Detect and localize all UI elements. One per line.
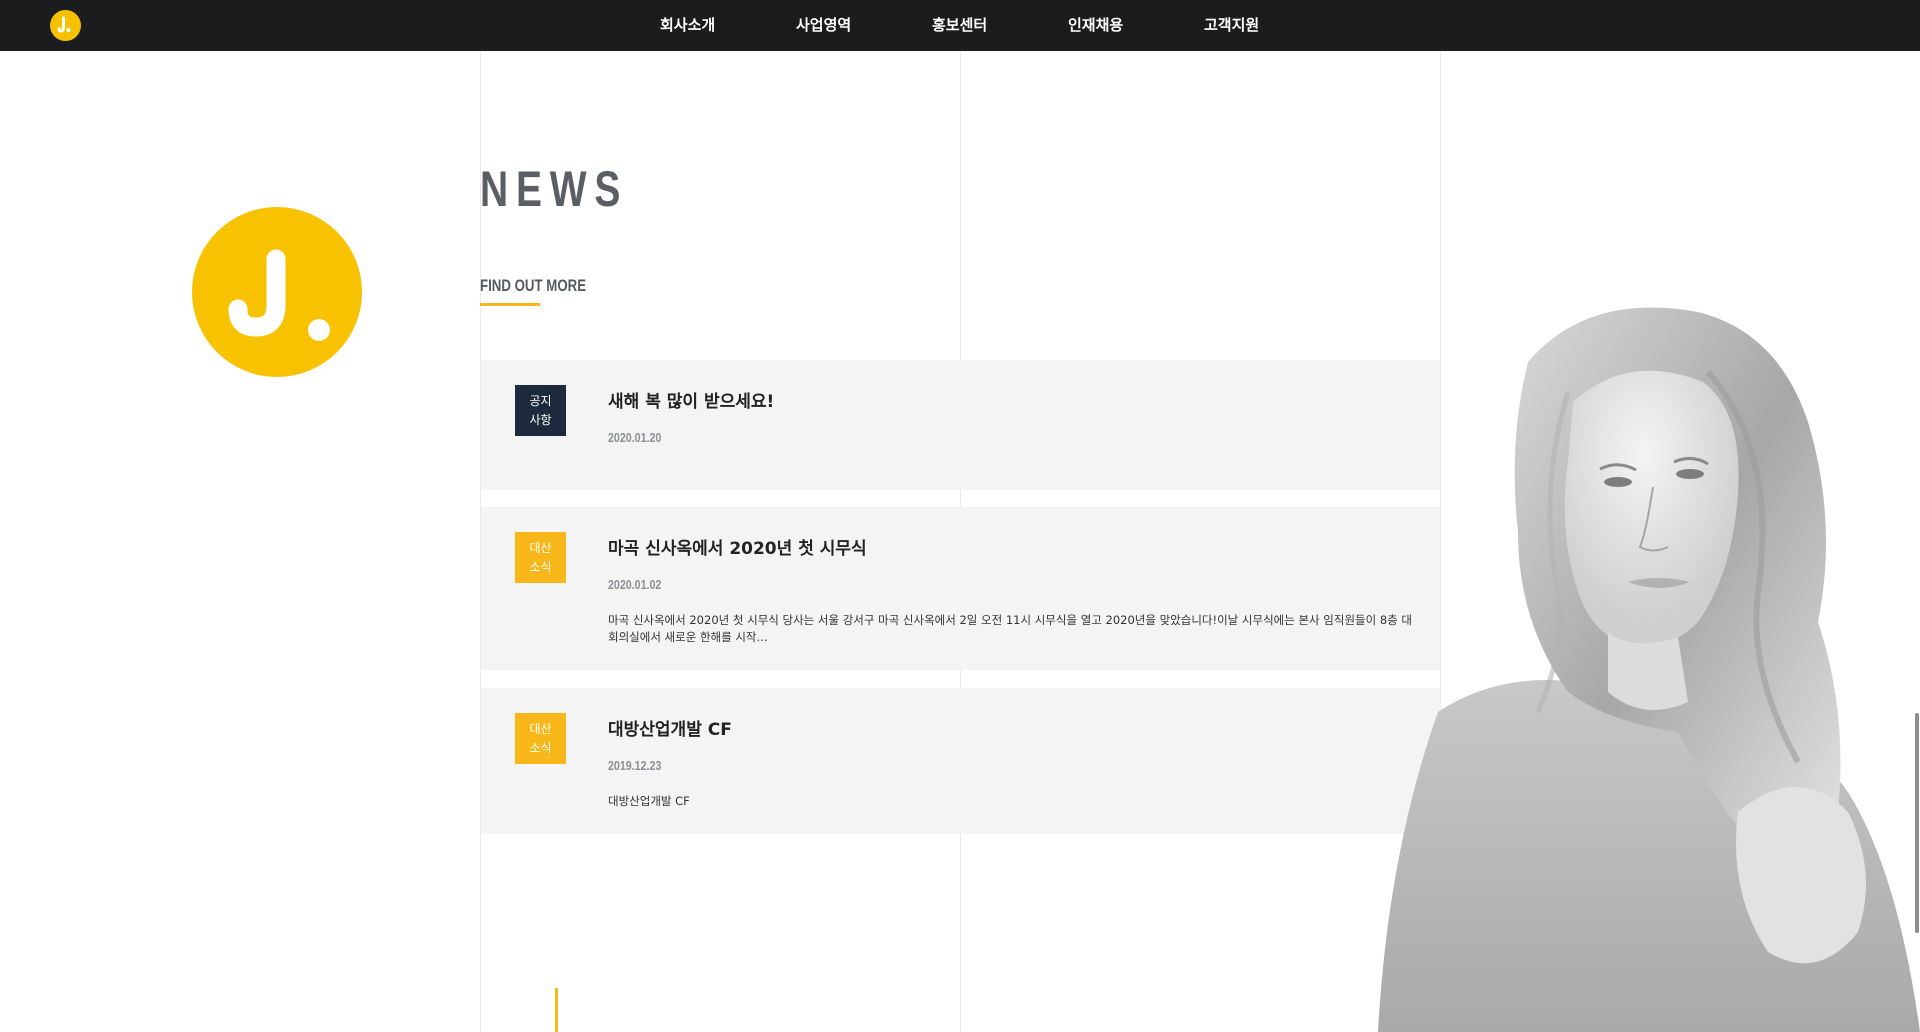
- section-accent-line: [555, 988, 558, 1032]
- news-card-date: 2020.01.02: [608, 577, 662, 592]
- woman-portrait-image: [1378, 292, 1920, 1032]
- nav-item-company[interactable]: 회사소개: [660, 0, 715, 51]
- page-scrollbar[interactable]: [1914, 51, 1920, 1032]
- scrollbar-thumb[interactable]: [1915, 713, 1919, 933]
- news-card-title[interactable]: 마곡 신사옥에서 2020년 첫 시무식: [608, 534, 867, 559]
- find-out-more-underline: [480, 303, 540, 306]
- news-card-title[interactable]: 대방산업개발 CF: [608, 715, 732, 740]
- nav-item-business[interactable]: 사업영역: [796, 0, 851, 51]
- page: 회사소개 사업영역 홍보센터 인재채용 고객지원 NEWS FIND OUT M…: [0, 0, 1920, 1032]
- badge-text: 대산: [529, 722, 552, 736]
- badge-text: 소식: [529, 560, 552, 574]
- badge-text: 대산: [529, 541, 552, 555]
- top-navigation-bar: 회사소개 사업영역 홍보센터 인재채용 고객지원: [0, 0, 1920, 51]
- news-card[interactable]: 대산 소식 마곡 신사옥에서 2020년 첫 시무식 2020.01.02 마곡…: [481, 507, 1440, 670]
- news-section-title: NEWS: [480, 161, 629, 217]
- badge-text: 사항: [529, 413, 552, 427]
- news-card-excerpt: 마곡 신사옥에서 2020년 첫 시무식 당사는 서울 강서구 마곡 신사옥에서…: [608, 613, 1412, 644]
- news-card-excerpt: 대방산업개발 CF: [608, 794, 690, 808]
- category-badge: 대산 소식: [515, 713, 566, 764]
- badge-text: 소식: [529, 741, 552, 755]
- nav-item-recruit[interactable]: 인재채용: [1068, 0, 1123, 51]
- news-card-date: 2019.12.23: [608, 758, 662, 773]
- main-nav: 회사소개 사업영역 홍보센터 인재채용 고객지원: [0, 0, 1920, 51]
- badge-text: 공지: [529, 394, 552, 408]
- news-card-date: 2020.01.20: [608, 430, 662, 445]
- news-card[interactable]: 대산 소식 대방산업개발 CF 2019.12.23 대방산업개발 CF: [481, 688, 1440, 834]
- nav-item-pr-center[interactable]: 홍보센터: [932, 0, 987, 51]
- category-badge: 공지 사항: [515, 385, 566, 436]
- category-badge: 대산 소식: [515, 532, 566, 583]
- nav-item-support[interactable]: 고객지원: [1204, 0, 1259, 51]
- news-card-title[interactable]: 새해 복 많이 받으세요!: [608, 387, 774, 412]
- news-card[interactable]: 공지 사항 새해 복 많이 받으세요! 2020.01.20: [481, 360, 1440, 490]
- brand-logo-icon: [192, 207, 362, 377]
- find-out-more-link[interactable]: FIND OUT MORE: [480, 276, 586, 296]
